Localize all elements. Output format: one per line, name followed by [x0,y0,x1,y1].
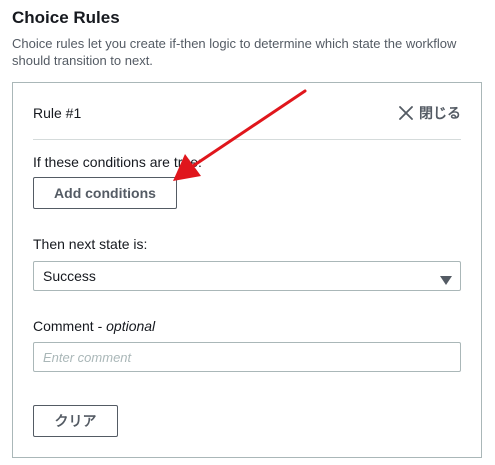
close-rule-button[interactable]: 閉じる [399,101,461,125]
next-state-label: Then next state is: [33,236,148,252]
choice-rules-panel: Choice Rules Choice rules let you create… [0,0,495,465]
conditions-label: If these conditions are true: [33,154,202,170]
comment-label-text: Comment - [33,318,107,334]
comment-optional-tag: optional [106,318,156,334]
next-state-select[interactable]: Success [33,261,461,291]
comment-input[interactable] [33,342,461,372]
next-state-value: Success [43,268,96,284]
rule-title: Rule #1 [33,105,82,121]
divider [33,139,461,140]
section-description: Choice rules let you create if-then logi… [12,36,457,68]
clear-button[interactable]: クリア [33,405,118,437]
close-rule-label: 閉じる [419,105,461,121]
caret-down-icon [440,272,452,290]
close-icon [399,106,413,120]
section-title: Choice Rules [12,8,120,27]
comment-label: Comment - optional [33,318,155,334]
rule-card: Rule #1 閉じる If these conditions are true… [12,82,482,458]
add-conditions-button[interactable]: Add conditions [33,177,177,209]
